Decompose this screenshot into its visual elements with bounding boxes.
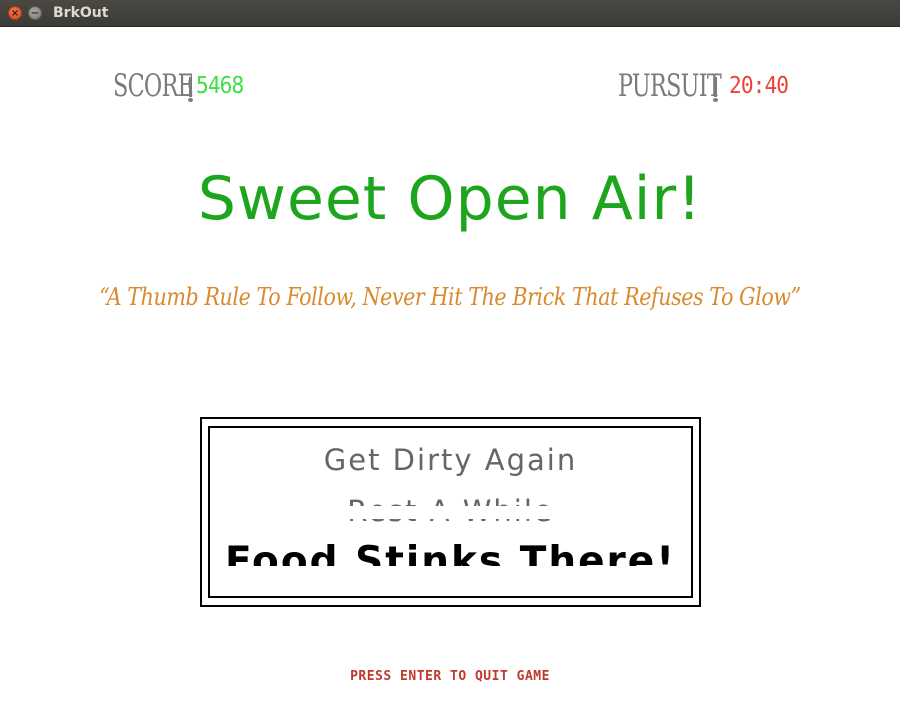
quit-hint: PRESS ENTER TO QUIT GAME (350, 669, 550, 684)
pursuit-separator (713, 77, 718, 102)
score-separator (188, 77, 193, 102)
menu-item-get-dirty-again[interactable]: Get Dirty Again (210, 443, 691, 477)
pursuit-timer: 20:40 (729, 73, 789, 99)
window-title: BrkOut (53, 5, 109, 21)
pursuit-label: PURSUIT (618, 68, 722, 104)
window-titlebar: × − BrkOut (0, 0, 900, 27)
tagline-quote: “A Thumb Rule To Follow, Never Hit The B… (99, 283, 801, 311)
score-value: 5468 (196, 73, 244, 99)
close-icon[interactable]: × (8, 6, 22, 20)
pause-menu: Get Dirty Again Rest A While Food Stinks… (200, 417, 701, 607)
pause-menu-inner: Get Dirty Again Rest A While Food Stinks… (208, 426, 693, 598)
minimize-icon[interactable]: − (28, 6, 42, 20)
menu-item-rest-a-while[interactable]: Rest A While (210, 494, 691, 528)
level-headline: Sweet Open Air! (197, 164, 703, 234)
score-label: SCORE (113, 68, 194, 104)
menu-item-food-stinks-there[interactable]: Food Stinks There! (210, 539, 691, 584)
